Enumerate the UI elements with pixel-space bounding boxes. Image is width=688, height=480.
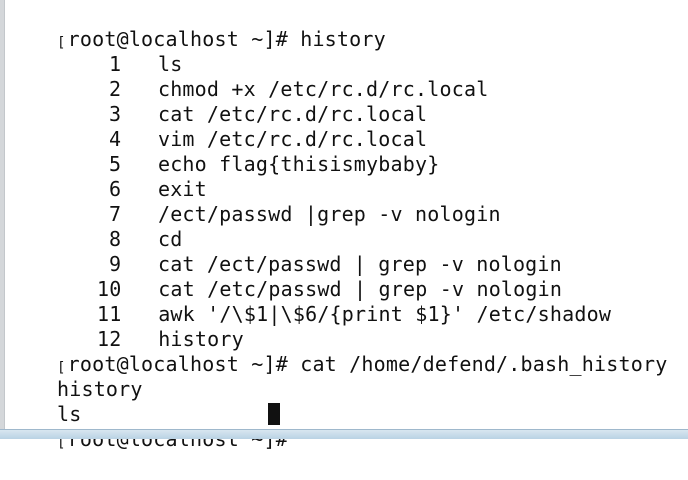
history-line: 1 ls bbox=[60, 27, 182, 76]
history-line: 10 cat /etc/passwd | grep -v nologin bbox=[48, 252, 562, 301]
history-line: 12 history bbox=[48, 302, 244, 351]
prompt-line: [root@localhost ~]# history bbox=[8, 2, 386, 51]
history-line: 2 chmod +x /etc/rc.d/rc.local bbox=[60, 52, 488, 101]
history-line: 6 exit bbox=[60, 152, 207, 201]
command-text: cat /home/defend/.bash_history bbox=[300, 352, 668, 376]
history-line: 5 echo flag{thisismybaby} bbox=[60, 127, 440, 176]
history-line: 3 cat /etc/rc.d/rc.local bbox=[60, 77, 427, 126]
history-command: /ect/passwd |grep -v nologin bbox=[157, 202, 501, 226]
window-left-edge bbox=[0, 0, 5, 430]
history-line: 7 /ect/passwd |grep -v nologin bbox=[60, 177, 501, 226]
output-line: history bbox=[8, 352, 143, 401]
terminal-output[interactable]: [root@localhost ~]# history 1 ls 2 chmod… bbox=[8, 0, 688, 451]
history-line: 8 cd bbox=[60, 202, 182, 251]
output-line: ls bbox=[8, 377, 81, 426]
window-bottom-edge bbox=[0, 429, 688, 439]
prompt-line: [root@localhost ~]# bbox=[8, 402, 300, 451]
history-line: 4 vim /etc/rc.d/rc.local bbox=[60, 102, 427, 151]
history-line: 11 awk '/\$1|\$6/{print $1}' /etc/shadow bbox=[48, 277, 611, 326]
text-cursor bbox=[268, 403, 280, 425]
history-line: 9 cat /ect/passwd | grep -v nologin bbox=[60, 227, 562, 276]
command-text: history bbox=[300, 27, 386, 51]
prompt-line: [root@localhost ~]# cat /home/defend/.ba… bbox=[8, 327, 667, 376]
